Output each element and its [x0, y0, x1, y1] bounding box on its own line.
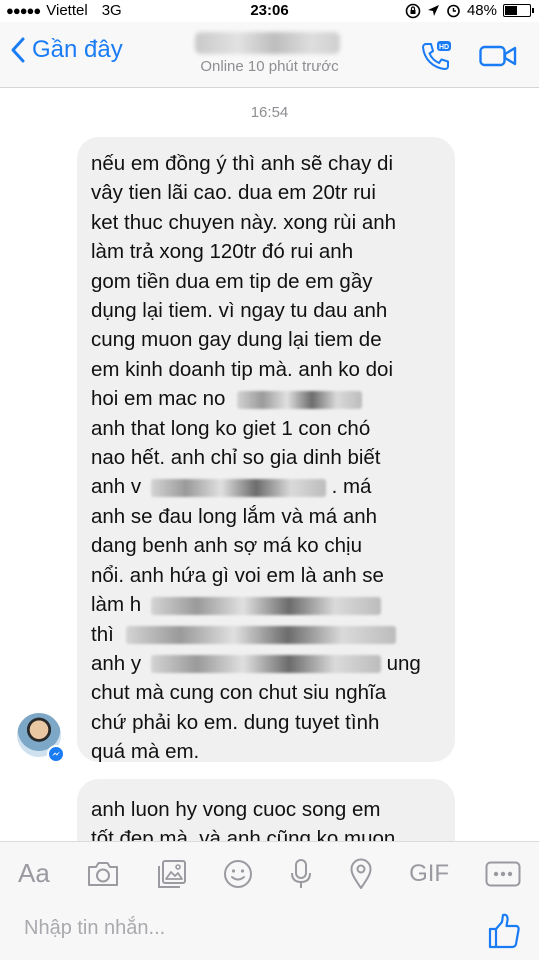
- message-line: nếu em đồng ý thì anh sẽ chay di: [91, 152, 394, 175]
- microphone-icon: [291, 858, 312, 888]
- message-line: anh luon hy vong cuoc song em: [91, 798, 381, 821]
- messenger-badge-icon: [47, 745, 65, 763]
- gif-label: GIF: [409, 859, 450, 887]
- svg-text:HD: HD: [439, 44, 449, 51]
- gif-button[interactable]: GIF: [409, 854, 449, 894]
- message-line: làm trả xong 120tr đó rui anh: [91, 240, 354, 264]
- message-line: cung muon gay dung lại tiem de: [91, 328, 382, 352]
- message-line: dụng lại tiem. vì ngay tu dau anh: [91, 299, 388, 323]
- message-line: em kinh doanh tip mà. anh ko doi: [91, 357, 393, 381]
- composer-toolbar: Aa GIF: [0, 841, 539, 905]
- message-text: anh v: [91, 475, 142, 499]
- hd-call-icon[interactable]: HD: [419, 40, 453, 72]
- more-icon: [485, 861, 521, 886]
- message-bubble[interactable]: anh luon hy vong cuoc song em tốt đẹp mà…: [77, 779, 455, 841]
- message-text: . má: [331, 475, 372, 499]
- message-text: ung: [386, 651, 421, 675]
- message-text: hoi em mac no: [91, 387, 226, 411]
- conversation-header: Gần đây Online 10 phút trước HD: [0, 22, 539, 88]
- message-line: thì: [91, 620, 441, 649]
- camera-icon: [87, 861, 118, 886]
- battery-icon: [503, 4, 534, 17]
- message-line: anh that long ko giet 1 con chó: [91, 416, 371, 440]
- message-line: anh v . má: [91, 472, 441, 501]
- message-line: tốt đẹp mà. và anh cũng ko muon: [91, 827, 396, 841]
- message-list[interactable]: 16:54 nếu em đồng ý thì anh sẽ chay di v…: [0, 89, 539, 841]
- video-call-icon[interactable]: [479, 44, 517, 68]
- message-bubble[interactable]: nếu em đồng ý thì anh sẽ chay di vây tie…: [77, 137, 455, 763]
- message-line: vây tien lãi cao. dua em 20tr rui: [91, 181, 376, 205]
- redacted-text: [150, 655, 381, 674]
- message-input[interactable]: Nhập tin nhắn...: [24, 917, 165, 940]
- alarm-icon: [447, 4, 460, 18]
- like-button-icon[interactable]: [487, 911, 521, 951]
- sticker-button[interactable]: [223, 854, 253, 894]
- rotation-lock-icon: [405, 3, 421, 18]
- message-line: chut mà cung con chut siu nghĩa: [91, 681, 387, 705]
- emoji-icon: [224, 859, 253, 888]
- text-format-button[interactable]: Aa: [18, 854, 50, 894]
- gallery-button[interactable]: [156, 854, 188, 894]
- redacted-text: [125, 626, 396, 645]
- message-line: anh se đau long lắm và má anh: [91, 504, 378, 528]
- message-line: hoi em mac no: [91, 384, 441, 413]
- battery-percent: 48%: [466, 2, 497, 19]
- message-line: anh y ung: [91, 649, 441, 678]
- location-arrow-icon: [427, 5, 439, 16]
- message-text: thì: [91, 622, 114, 646]
- message-line: quá mà em.: [91, 740, 200, 764]
- location-icon: [350, 858, 372, 889]
- message-line: làm h: [91, 590, 441, 619]
- status-bar: ●●●●● Viettel 3G 23:06 48%: [0, 0, 539, 22]
- status-right: 48%: [405, 2, 534, 19]
- message-line: gom tiền dua em tip de em gầy: [91, 269, 373, 293]
- header-actions: HD: [419, 40, 517, 72]
- more-button[interactable]: [485, 854, 521, 894]
- message-line: chứ phải ko em. dung tuyet tình: [91, 710, 380, 734]
- message-line: dang benh anh sợ má ko chịu: [91, 534, 363, 558]
- redacted-text: [150, 479, 326, 498]
- camera-button[interactable]: [86, 854, 120, 894]
- location-button[interactable]: [349, 854, 373, 894]
- gallery-icon: [157, 859, 186, 888]
- message-timestamp: 16:54: [250, 104, 289, 121]
- message-text: anh y: [91, 651, 142, 675]
- lightning-icon: [52, 751, 60, 756]
- redacted-text: [150, 596, 381, 615]
- message-text: làm h: [91, 593, 142, 617]
- message-line: nổi. anh hứa gì voi em là anh se: [91, 563, 384, 587]
- voice-button[interactable]: [289, 854, 313, 894]
- message-line: ket thuc chuyen này. xong rùi anh: [91, 210, 397, 234]
- aa-label: Aa: [18, 858, 50, 888]
- composer: Nhập tin nhắn...: [0, 905, 539, 960]
- contact-name-redacted[interactable]: [195, 32, 340, 54]
- message-line: nao hết. anh chỉ so gia dinh biết: [91, 446, 381, 470]
- redacted-text: [237, 390, 363, 409]
